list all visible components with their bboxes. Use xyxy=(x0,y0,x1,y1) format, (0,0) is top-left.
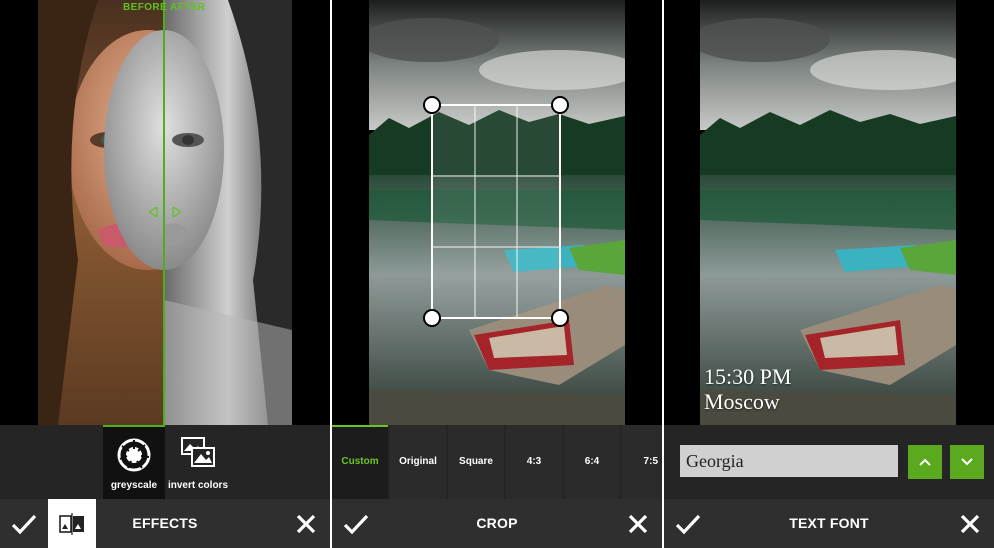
close-button[interactable] xyxy=(614,499,662,548)
crop-frame[interactable] xyxy=(332,0,662,425)
chevron-down-icon xyxy=(961,458,973,466)
ratio-4-3[interactable]: 4:3 xyxy=(506,425,562,499)
before-label: BEFORE xyxy=(123,2,168,13)
crop-handle-top-right[interactable] xyxy=(550,95,570,115)
screen-title: CROP xyxy=(476,515,518,531)
screen-title: TEXT FONT xyxy=(789,515,869,531)
font-previous-button[interactable] xyxy=(908,445,942,479)
font-next-button[interactable] xyxy=(950,445,984,479)
close-icon xyxy=(960,514,980,533)
close-icon xyxy=(296,514,316,533)
images-icon xyxy=(181,437,215,467)
overlay-time-text[interactable]: 15:30 PM xyxy=(704,364,791,390)
crop-handle-bottom-left[interactable] xyxy=(422,308,442,328)
overlay-city-text[interactable]: Moscow xyxy=(704,389,780,415)
ratio-square[interactable]: Square xyxy=(448,425,504,499)
effects-screen: BEFORE AFTER greyscale invert colors EFF… xyxy=(0,0,330,548)
effect-greyscale[interactable]: greyscale xyxy=(103,425,165,499)
after-label: AFTER xyxy=(170,2,206,13)
crop-app-bar: CROP xyxy=(332,499,662,548)
crop-screen: Custom Original Square 4:3 6:4 7:5 CROP xyxy=(332,0,662,548)
ratio-custom[interactable]: Custom xyxy=(332,425,388,499)
effect-label: invert colors xyxy=(167,480,229,491)
font-name-field[interactable]: Georgia xyxy=(680,445,898,477)
text-font-screen: 15:30 PM Moscow Georgia TEXT FONT xyxy=(664,0,994,548)
close-button[interactable] xyxy=(946,499,994,548)
ratio-6-4[interactable]: 6:4 xyxy=(564,425,620,499)
effects-app-bar: EFFECTS xyxy=(0,499,330,548)
screen-title: EFFECTS xyxy=(132,515,198,531)
font-picker-strip: Georgia xyxy=(664,425,994,499)
aperture-icon xyxy=(117,438,151,472)
crop-handle-bottom-right[interactable] xyxy=(550,308,570,328)
close-icon xyxy=(628,514,648,533)
effect-invert-colors[interactable]: invert colors xyxy=(167,425,229,499)
effect-label: greyscale xyxy=(110,480,158,491)
crop-ratio-strip: Custom Original Square 4:3 6:4 7:5 xyxy=(332,425,662,499)
lake-photo xyxy=(700,0,956,425)
chevron-up-icon xyxy=(919,458,931,466)
effects-strip: greyscale invert colors xyxy=(0,425,330,499)
close-button[interactable] xyxy=(282,499,330,548)
divider-handle-arrows-icon[interactable] xyxy=(149,207,181,217)
ratio-7-5[interactable]: 7:5 xyxy=(622,425,662,499)
crop-handle-top-left[interactable] xyxy=(422,95,442,115)
ratio-original[interactable]: Original xyxy=(390,425,446,499)
text-font-app-bar: TEXT FONT xyxy=(664,499,994,548)
